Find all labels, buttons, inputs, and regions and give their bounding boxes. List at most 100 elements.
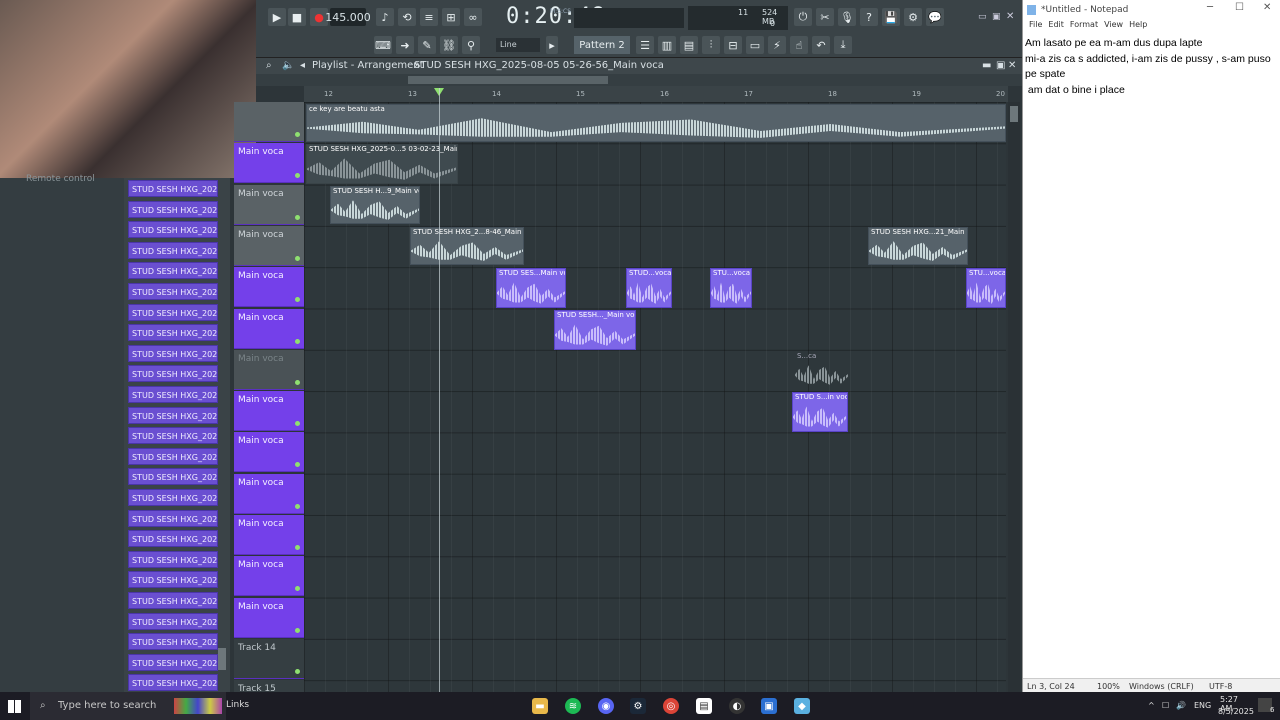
blend-notes-icon[interactable]: ⊞ [442, 8, 460, 26]
app-icon[interactable]: ◆ [794, 698, 810, 714]
plugin-icon[interactable]: ⚙ [904, 8, 922, 26]
help-icon[interactable]: ? [860, 8, 878, 26]
browser-clip-item[interactable]: STUD SESH HXG_2025-08... [128, 447, 218, 465]
browser-clip-item[interactable]: STUD SESH HXG_2025-08... [128, 221, 218, 239]
track-header[interactable]: Main voca [234, 267, 304, 308]
track-mute-indicator[interactable] [295, 214, 300, 220]
stop-button[interactable]: ■ [288, 8, 306, 26]
browser-clip-item[interactable]: STUD SESH HXG_2025-08... [128, 241, 218, 259]
notepad-menu-help[interactable]: Help [1129, 20, 1147, 29]
track-header[interactable]: Main voca [234, 225, 304, 266]
browser-clip-item[interactable]: STUD SESH HXG_2025-08... [128, 200, 218, 218]
window-close-icon[interactable]: ✕ [1006, 11, 1014, 22]
track-mute-indicator[interactable] [295, 338, 300, 344]
track-header[interactable]: Main voca [234, 556, 304, 597]
tray-chevron-icon[interactable]: ^ [1148, 701, 1155, 710]
clip-list-scrollbar[interactable] [218, 648, 226, 670]
browser-clip-item[interactable]: STUD SESH HXG_2025-08... [128, 612, 218, 630]
browser-clip-item[interactable]: STUD SESH HXG_2025-08... [128, 571, 218, 589]
browser-clip-item[interactable]: STUD SESH HXG_2025-08... [128, 530, 218, 548]
browser-clip-item[interactable]: STUD SESH HXG_2025-08... [128, 509, 218, 527]
power-icon[interactable]: ⏻ [794, 8, 812, 26]
browser-clip-item[interactable]: STUD SESH HXG_2025-08... [128, 427, 218, 445]
browser-clip-item[interactable]: STUD SESH HXG_2025-08... [128, 180, 218, 197]
wait-input-icon[interactable]: ⟲ [398, 8, 416, 26]
tempo-display[interactable]: 145.000 [325, 8, 371, 26]
mixer-icon[interactable]: ⫶ [702, 36, 720, 54]
browser-icon[interactable]: ⊟ [724, 36, 742, 54]
metronome-icon[interactable]: ♪ [376, 8, 394, 26]
network-icon[interactable]: ☐ [1162, 701, 1169, 710]
track-header[interactable]: Main voca [234, 184, 304, 225]
browser-clip-item[interactable]: STUD SESH HXG_2025-08... [128, 653, 218, 671]
window-maximize-icon[interactable]: ▣ [992, 12, 1001, 22]
stamp-icon[interactable]: ⚲ [462, 36, 480, 54]
pattern-selector[interactable]: Pattern 2 [574, 36, 630, 54]
notepad-menu-view[interactable]: View [1104, 20, 1123, 29]
browser-clip-item[interactable]: STUD SESH HXG_2025-08... [128, 386, 218, 403]
browser-clip-item[interactable]: STUD SESH HXG_2025-08... [128, 365, 218, 383]
notepad-maximize-icon[interactable]: ☐ [1235, 2, 1244, 13]
play-button[interactable]: ▶ [268, 8, 286, 26]
notepad-close-icon[interactable]: ✕ [1263, 2, 1271, 13]
keyboard-icon[interactable]: ⌨ [374, 36, 392, 54]
track-header[interactable]: Main voca [234, 473, 304, 514]
link-icon[interactable]: ⛓ [440, 36, 458, 54]
track-header[interactable]: Main voca [234, 515, 304, 555]
window-minimize-icon[interactable]: ▭ [978, 12, 987, 22]
playlist-icon[interactable]: ☰ [636, 36, 654, 54]
mic-icon[interactable]: 🎙 [838, 8, 856, 26]
chat-icon[interactable]: 💬 [926, 8, 944, 26]
plugin-picker-icon[interactable]: ⚡ [768, 36, 786, 54]
channel-rack-icon[interactable]: ▤ [680, 36, 698, 54]
steam-icon[interactable]: ⚙ [630, 698, 646, 714]
browser-clip-item[interactable]: STUD SESH HXG_2025-08... [128, 633, 218, 651]
playlist-overview[interactable] [256, 74, 1022, 86]
browser-clip-item[interactable]: STUD SESH HXG_2025-08... [128, 262, 218, 280]
playlist-minimize-icon[interactable]: ▬ [982, 58, 991, 74]
track-mute-indicator[interactable] [295, 462, 300, 468]
chrome-icon[interactable]: ◎ [663, 698, 679, 714]
notepad-menu-file[interactable]: File [1029, 20, 1042, 29]
playlist-maximize-icon[interactable]: ▣ [996, 58, 1005, 74]
track-header[interactable] [234, 102, 304, 142]
track-mute-indicator[interactable] [295, 297, 300, 303]
save-icon[interactable]: 💾 [882, 8, 900, 26]
undo-icon[interactable]: ↶ [812, 36, 830, 54]
step-icon[interactable]: ≡ [420, 8, 438, 26]
fl-studio-icon[interactable]: ◐ [729, 698, 745, 714]
pencil-icon[interactable]: ✎ [418, 36, 436, 54]
browser-clip-item[interactable]: STUD SESH HXG_2025-08... [128, 303, 218, 321]
touch-icon[interactable]: ☝ [790, 36, 808, 54]
browser-clip-item[interactable]: STUD SESH HXG_2025-08... [128, 344, 218, 362]
browser-clip-item[interactable]: STUD SESH HXG_2025-08... [128, 489, 218, 506]
track-mute-indicator[interactable] [295, 173, 300, 179]
notepad-text-area[interactable]: Am lasato pe ea m-am dus dupa lapte mi-a… [1025, 36, 1275, 98]
browser-clip-item[interactable]: STUD SESH HXG_2025-08... [128, 283, 218, 300]
browser-clip-item[interactable]: STUD SESH HXG_2025-08... [128, 592, 218, 609]
playlist-grid[interactable]: ce key are beatu asta STUD SESH HXG_2025… [304, 102, 1006, 692]
playlist-arrow-icon[interactable]: ◂ [300, 58, 305, 74]
notepad-menu-format[interactable]: Format [1070, 20, 1098, 29]
file-explorer-icon[interactable]: ▬ [532, 698, 548, 714]
cut-icon[interactable]: ✂ [816, 8, 834, 26]
discord-icon[interactable]: ◉ [598, 698, 614, 714]
notepad-taskbar-icon[interactable]: ▤ [696, 698, 712, 714]
project-icon[interactable]: ▭ [746, 36, 764, 54]
track-header[interactable]: Track 14 [234, 638, 304, 679]
track-mute-indicator[interactable] [295, 545, 300, 550]
track-header[interactable]: Main voca [234, 143, 304, 184]
browser-clip-item[interactable]: STUD SESH HXG_2025-08... [128, 406, 218, 424]
browser-clip-item[interactable]: STUD SESH HXG_2025-08... [128, 674, 218, 692]
speaker-icon[interactable]: 🔈 [282, 58, 294, 74]
track-mute-indicator[interactable] [295, 255, 300, 261]
browser-clip-item[interactable]: STUD SESH HXG_2025-08... [128, 550, 218, 568]
track-header[interactable]: Main voca [234, 349, 304, 390]
track-header[interactable]: Main voca [234, 597, 304, 638]
track-mute-indicator[interactable] [295, 132, 300, 137]
pattern-prev-icon[interactable]: ▸ [546, 36, 558, 54]
track-mute-indicator[interactable] [295, 503, 300, 509]
track-header[interactable]: Main voca [234, 391, 304, 432]
screen-capture-icon[interactable]: ▣ [761, 698, 777, 714]
notepad-minimize-icon[interactable]: ─ [1207, 2, 1213, 13]
